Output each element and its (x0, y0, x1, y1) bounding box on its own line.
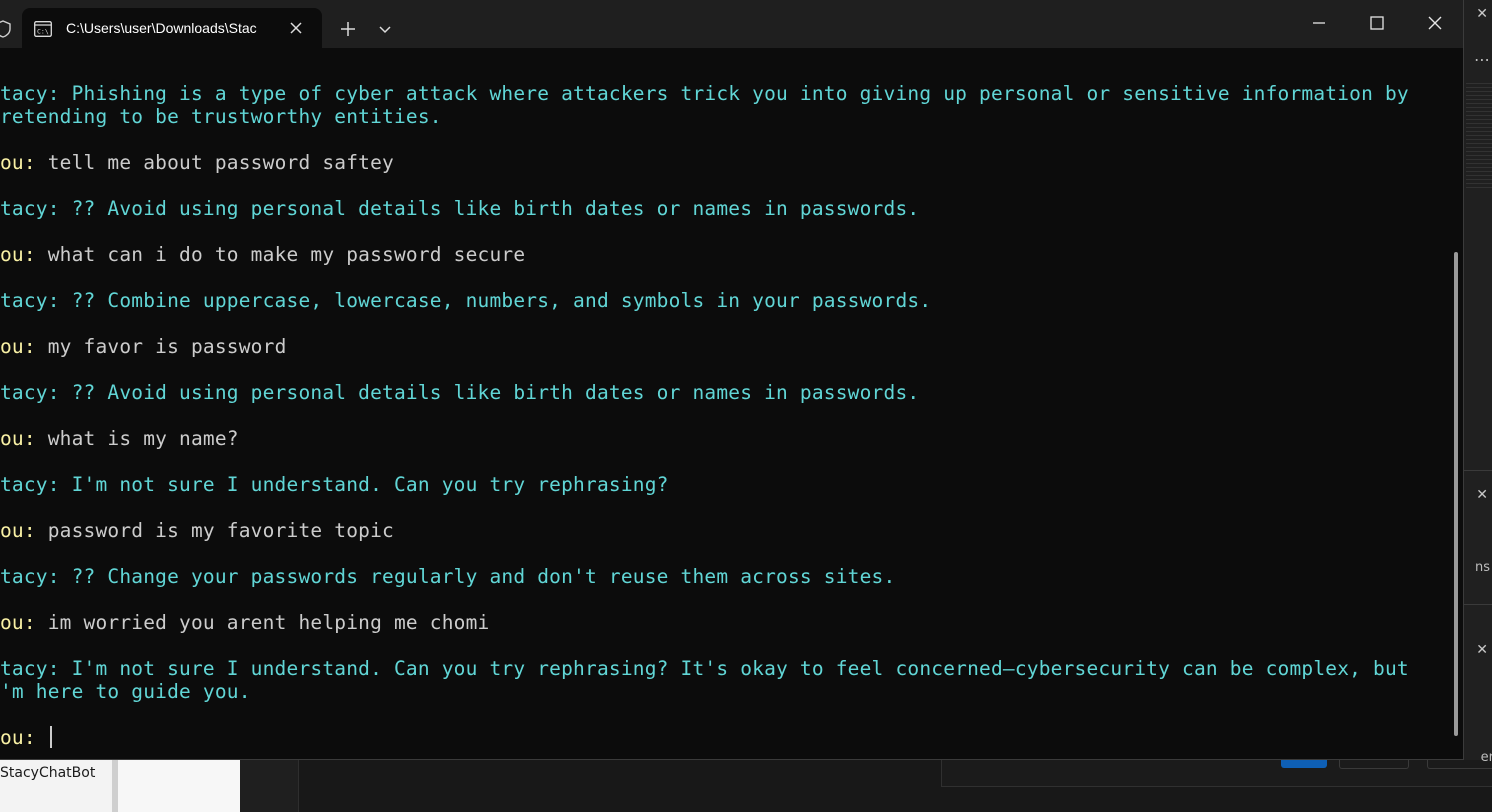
close-window-icon[interactable] (1424, 12, 1446, 34)
console-output[interactable]: Stacy: Phishing is a type of cyber attac… (0, 48, 1452, 759)
background-close-icon[interactable]: ✕ (1476, 487, 1488, 503)
you-label: You: (0, 151, 36, 174)
background-primary-button[interactable] (1281, 760, 1327, 768)
background-file-item[interactable]: StacyChatBot (0, 760, 112, 812)
user-message: You: password is my favorite topic (0, 519, 1428, 542)
user-message-text: password is my favorite topic (35, 519, 394, 542)
new-tab-icon[interactable] (338, 19, 358, 39)
you-label: You: (0, 427, 36, 450)
user-message: You: im worried you arent helping me cho… (0, 611, 1428, 634)
title-bar[interactable]: C:\ C:\Users\user\Downloads\Stac (0, 0, 1463, 48)
you-label: You: (0, 243, 36, 266)
text-cursor (49, 726, 52, 748)
minimize-icon[interactable] (1308, 12, 1330, 34)
user-message: You: what can i do to make my password s… (0, 243, 1428, 266)
terminal-window[interactable]: C:\ C:\Users\user\Downloads\Stac Stacy: … (0, 0, 1464, 760)
input-prompt[interactable]: You: (0, 726, 1428, 749)
background-divider (1464, 604, 1492, 605)
background-close-icon[interactable]: ✕ (1476, 6, 1488, 22)
command-prompt-icon: C:\ (34, 21, 52, 37)
bot-message: Stacy: Phishing is a type of cyber attac… (0, 82, 1409, 128)
background-secondary-button[interactable] (1339, 760, 1409, 769)
bot-message: Stacy: ?? Change your passwords regularl… (0, 565, 896, 588)
user-message-text: what is my name? (35, 427, 239, 450)
tab-terminal[interactable]: C:\ C:\Users\user\Downloads\Stac (22, 8, 322, 48)
background-minimap (1466, 80, 1492, 190)
bot-message: Stacy: ?? Avoid using personal details l… (0, 197, 920, 220)
scrollbar-thumb[interactable] (1454, 252, 1458, 736)
background-file-label: StacyChatBot (0, 765, 96, 781)
you-label: You: (0, 335, 36, 358)
svg-text:C:\: C:\ (37, 28, 49, 36)
background-divider (1464, 470, 1492, 471)
user-message-text: tell me about password saftey (35, 151, 394, 174)
you-label: You: (0, 611, 36, 634)
bot-message: Stacy: ?? Combine uppercase, lowercase, … (0, 289, 932, 312)
background-text-fragment: ns (1474, 560, 1490, 575)
bot-message: Stacy: I'm not sure I understand. Can yo… (0, 657, 1409, 703)
background-pane (118, 760, 240, 812)
background-text-fragment: er (1480, 750, 1492, 765)
bot-message: Stacy: ?? Avoid using personal details l… (0, 381, 920, 404)
user-message: You: tell me about password saftey (0, 151, 1428, 174)
maximize-icon[interactable] (1366, 12, 1388, 34)
user-message: You: my favor is password (0, 335, 1428, 358)
you-label: You: (0, 519, 36, 542)
user-message: You: what is my name? (0, 427, 1428, 450)
tab-title: C:\Users\user\Downloads\Stac (66, 20, 257, 36)
background-panel: er (298, 750, 1492, 812)
background-window-right: ✕ ⋯ ✕ ns ✕ (1464, 0, 1492, 812)
background-more-icon[interactable]: ⋯ (1474, 50, 1490, 69)
shield-icon (0, 20, 11, 38)
close-tab-icon[interactable] (287, 19, 305, 37)
bot-message: Stacy: I'm not sure I understand. Can yo… (0, 473, 669, 496)
user-input-text[interactable] (36, 726, 48, 749)
background-secondary-button[interactable]: er (1427, 750, 1492, 769)
user-message-text: im worried you arent helping me chomi (35, 611, 490, 634)
user-message-text: my favor is password (35, 335, 287, 358)
you-label: You: (0, 726, 36, 749)
background-dialog (941, 760, 1492, 787)
chevron-down-icon[interactable] (377, 21, 393, 37)
background-close-icon[interactable]: ✕ (1476, 642, 1488, 658)
user-message-text: what can i do to make my password secure (35, 243, 526, 266)
